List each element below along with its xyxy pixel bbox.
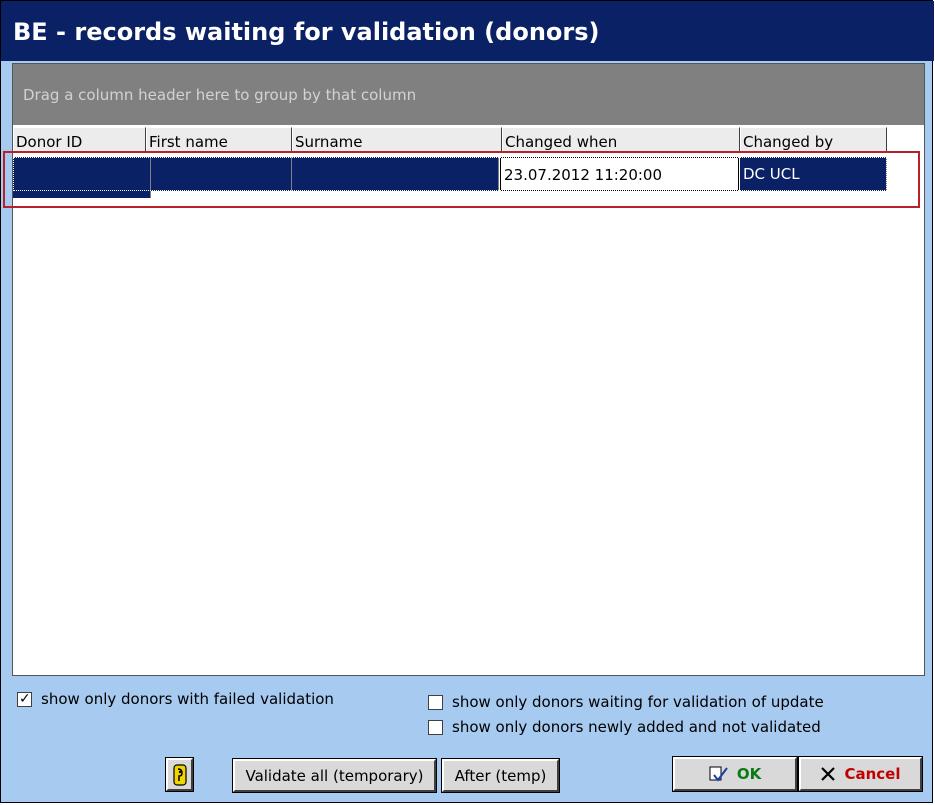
key-icon	[172, 763, 187, 786]
column-header-surname[interactable]: Surname	[292, 127, 502, 152]
column-header-donor-id[interactable]: Donor ID	[13, 127, 146, 152]
filter-waiting-update[interactable]: show only donors waiting for validation …	[428, 693, 824, 711]
close-icon	[821, 767, 836, 781]
ok-check-icon	[709, 766, 728, 782]
column-header-changed-by[interactable]: Changed by	[740, 127, 887, 152]
checkbox-failed-validation[interactable]: ✓	[17, 690, 32, 707]
window-title: BE - records waiting for validation (don…	[13, 18, 600, 46]
ok-button[interactable]: OK	[672, 756, 798, 792]
column-header-changed-when[interactable]: Changed when	[502, 127, 740, 152]
filter-failed-validation-label: show only donors with failed validation	[41, 690, 334, 708]
filter-newly-added-label: show only donors newly added and not val…	[452, 718, 821, 736]
filter-newly-added[interactable]: show only donors newly added and not val…	[428, 718, 821, 736]
cancel-button[interactable]: Cancel	[798, 756, 923, 792]
group-by-hint: Drag a column header here to group by th…	[23, 86, 417, 104]
cancel-label: Cancel	[844, 765, 901, 783]
check-mark-icon: ✓	[19, 690, 31, 707]
validate-all-button[interactable]: Validate all (temporary)	[232, 758, 437, 793]
checkbox-waiting-update[interactable]	[428, 694, 443, 710]
column-header-first-name[interactable]: First name	[146, 127, 292, 152]
after-temp-button[interactable]: After (temp)	[441, 758, 560, 793]
filter-failed-validation[interactable]: ✓ show only donors with failed validatio…	[17, 690, 334, 708]
filter-waiting-update-label: show only donors waiting for validation …	[452, 693, 824, 711]
dialog-window: BE - records waiting for validation (don…	[0, 0, 934, 803]
row-highlight-annotation	[3, 151, 920, 208]
ok-label: OK	[736, 765, 762, 783]
title-bar[interactable]: BE - records waiting for validation (don…	[1, 1, 934, 61]
checkbox-newly-added[interactable]	[428, 719, 443, 735]
key-button[interactable]	[165, 757, 194, 792]
group-by-area[interactable]: Drag a column header here to group by th…	[13, 64, 924, 125]
